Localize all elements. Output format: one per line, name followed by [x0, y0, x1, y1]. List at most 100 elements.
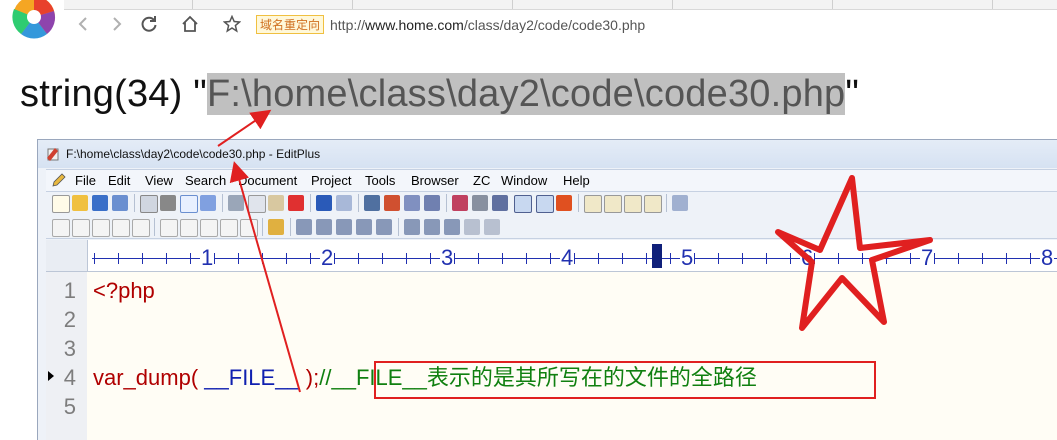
- editplus-title: F:\home\class\day2\code\code30.php - Edi…: [66, 147, 321, 161]
- star-icon: [223, 15, 241, 33]
- ruler-tick: [262, 253, 263, 264]
- address-bar[interactable]: http://www.home.com/class/day2/code/code…: [330, 15, 645, 35]
- menu-zc[interactable]: ZC: [473, 173, 490, 188]
- editplus-app-icon: [47, 148, 59, 161]
- output-tool-2-icon[interactable]: [316, 219, 332, 235]
- menu-edit[interactable]: Edit: [108, 173, 130, 188]
- help-pointer-icon[interactable]: [672, 195, 688, 211]
- print-preview-icon[interactable]: [140, 195, 158, 213]
- user-tool-7-icon[interactable]: [180, 219, 198, 237]
- ruler-number: 8: [1040, 245, 1055, 271]
- url-scheme: http://: [330, 17, 366, 33]
- maximize-doc-icon[interactable]: [644, 195, 662, 213]
- menu-search[interactable]: Search: [185, 173, 226, 188]
- new-file-icon[interactable]: [52, 195, 70, 213]
- editplus-menubar: File Edit View Search Document Project T…: [46, 169, 1057, 192]
- tab-strip[interactable]: [64, 0, 1057, 10]
- ruler-tick: [1030, 253, 1031, 264]
- output-tool-5-icon[interactable]: [376, 219, 392, 235]
- ruler-toggle-icon[interactable]: [536, 195, 554, 213]
- menu-help[interactable]: Help: [563, 173, 590, 188]
- spellcheck-icon[interactable]: [180, 195, 198, 213]
- redirect-badge[interactable]: 域名重定向: [256, 15, 325, 34]
- cascade-icon[interactable]: [624, 195, 642, 213]
- ruler-number: 1: [200, 245, 215, 271]
- paste-icon[interactable]: [268, 195, 284, 211]
- print-icon[interactable]: [160, 195, 176, 211]
- copy-icon[interactable]: [248, 195, 266, 213]
- user-tool-8-icon[interactable]: [200, 219, 218, 237]
- open-folder-icon[interactable]: [72, 195, 88, 211]
- user-tool-2-icon[interactable]: [72, 219, 90, 237]
- editplus-titlebar[interactable]: F:\home\class\day2\code\code30.php - Edi…: [38, 140, 1057, 168]
- replace-icon[interactable]: [384, 195, 400, 211]
- reload-button[interactable]: [137, 12, 161, 36]
- spell-check-mark-icon[interactable]: [556, 195, 572, 211]
- ruler-number: 5: [680, 245, 695, 271]
- word-wrap-icon[interactable]: [492, 195, 508, 211]
- find-in-files-icon[interactable]: [404, 195, 420, 211]
- ruler-number: 2: [320, 245, 335, 271]
- menu-project[interactable]: Project: [311, 173, 351, 188]
- ruler-tick: [310, 253, 311, 264]
- user-tool-10-icon[interactable]: [240, 219, 258, 237]
- ruler-tick: [742, 253, 743, 264]
- favorite-button[interactable]: [220, 12, 244, 36]
- back-button[interactable]: [71, 12, 95, 36]
- output-tool-1-icon[interactable]: [296, 219, 312, 235]
- tool-config-icon[interactable]: [268, 219, 284, 235]
- output-tool-9-icon[interactable]: [464, 219, 480, 235]
- output-tool-10-icon[interactable]: [484, 219, 500, 235]
- window-list-icon[interactable]: [584, 195, 602, 213]
- font-icon[interactable]: [452, 195, 468, 211]
- find-icon[interactable]: [364, 195, 380, 211]
- code-line-1: <?php: [93, 278, 155, 303]
- redo-icon[interactable]: [336, 195, 352, 211]
- line-number: 3: [63, 336, 76, 361]
- editplus-toolbar-main: [46, 192, 1057, 214]
- ruler-number: 6: [800, 245, 815, 271]
- output-tool-8-icon[interactable]: [444, 219, 460, 235]
- editplus-toolbar-user: [46, 216, 1057, 239]
- user-tool-1-icon[interactable]: [52, 219, 70, 237]
- user-tool-3-icon[interactable]: [92, 219, 110, 237]
- toolbar-separator: [358, 194, 359, 212]
- output-prefix: string(34) ": [20, 73, 207, 115]
- tab-separator: [832, 0, 833, 9]
- output-path-highlight: F:\home\class\day2\code\code30.php: [206, 73, 846, 115]
- cut-icon[interactable]: [228, 195, 244, 211]
- ruler-tick: [982, 253, 983, 264]
- code-editor[interactable]: <?php var_dump( __FILE__ );//__FILE__表示的…: [87, 272, 1057, 440]
- menu-file[interactable]: File: [75, 173, 96, 188]
- user-tool-6-icon[interactable]: [160, 219, 178, 237]
- menu-tools[interactable]: Tools: [365, 173, 395, 188]
- user-tool-5-icon[interactable]: [132, 219, 150, 237]
- hex-icon[interactable]: [472, 195, 488, 211]
- line-number: 2: [63, 307, 76, 332]
- browser-logo-icon[interactable]: [9, 0, 59, 40]
- menu-browser[interactable]: Browser: [411, 173, 459, 188]
- output-tool-3-icon[interactable]: [336, 219, 352, 235]
- line-number-gutter: 1 2 3 4 5: [46, 272, 87, 440]
- browser-preview-icon[interactable]: [200, 195, 216, 211]
- user-tool-9-icon[interactable]: [220, 219, 238, 237]
- output-tool-6-icon[interactable]: [404, 219, 420, 235]
- menu-document[interactable]: Document: [238, 173, 297, 188]
- output-tool-4-icon[interactable]: [356, 219, 372, 235]
- toolbar-separator: [222, 194, 223, 212]
- goto-line-icon[interactable]: [424, 195, 440, 211]
- menu-window[interactable]: Window: [501, 173, 547, 188]
- ruler-tick: [598, 253, 599, 264]
- tile-icon[interactable]: [604, 195, 622, 213]
- line-number-toggle-icon[interactable]: [514, 195, 532, 213]
- toolbar-separator: [290, 218, 291, 236]
- user-tool-4-icon[interactable]: [112, 219, 130, 237]
- output-tool-7-icon[interactable]: [424, 219, 440, 235]
- save-icon[interactable]: [92, 195, 108, 211]
- save-all-icon[interactable]: [112, 195, 128, 211]
- menu-view[interactable]: View: [145, 173, 173, 188]
- delete-icon[interactable]: [288, 195, 304, 211]
- undo-icon[interactable]: [316, 195, 332, 211]
- home-button[interactable]: [178, 12, 202, 36]
- forward-button[interactable]: [105, 12, 129, 36]
